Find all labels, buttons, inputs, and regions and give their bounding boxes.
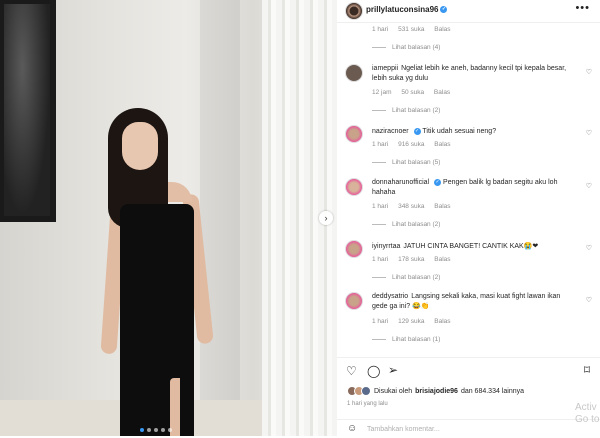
reply-button[interactable]: Balas [434,318,450,325]
post-header: prillylatuconsina96 ✓ ••• [337,0,600,23]
reply-button[interactable]: Balas [434,89,450,96]
heart-icon[interactable]: ♡ [346,364,357,378]
activation-watermark: Activ Go to [575,402,600,425]
view-replies-button[interactable]: Lihat balasan (2) [372,221,440,228]
avatar[interactable] [345,2,363,20]
comment-username[interactable]: iameppii [372,65,398,72]
post-photo[interactable]: › [0,0,337,436]
view-replies-button[interactable]: Lihat balasan (4) [372,44,440,51]
view-replies-button[interactable]: Lihat balasan (1) [372,336,440,343]
avatar[interactable] [345,125,363,143]
reply-button[interactable]: Balas [434,26,450,33]
reply-button[interactable]: Balas [434,203,450,210]
comment-list[interactable]: 1 hari 531 suka Balas Lihat balasan (4) … [337,22,600,357]
avatar[interactable] [345,178,363,196]
verified-icon: ✓ [434,178,442,186]
avatar[interactable] [345,64,363,82]
username[interactable]: prillylatuconsina96 [366,5,438,14]
next-photo-button[interactable]: › [319,211,333,225]
bookmark-icon[interactable]: ⌑ [584,363,590,377]
comment-input[interactable]: Tambahkan komentar... [367,426,440,433]
avatar[interactable] [345,292,363,310]
avatar[interactable] [345,240,363,258]
like-comment-icon[interactable]: ♡ [586,244,592,252]
reply-button[interactable]: Balas [434,256,450,263]
share-icon[interactable]: ➢ [388,363,398,377]
verified-icon: ✓ [413,127,421,135]
view-replies-button[interactable]: Lihat balasan (2) [372,107,440,114]
comment-username[interactable]: deddysatrio [372,293,408,300]
liker-username[interactable]: brisiajodie96 [415,388,458,395]
post-actions: ♡ ◯ ➢ ⌑ Disukai oleh brisiajodie96 dan 6… [337,357,600,437]
carousel-indicator [140,428,172,432]
comment-username[interactable]: donnaharunofficial [372,179,429,186]
view-replies-button[interactable]: Lihat balasan (5) [372,159,440,166]
wall-painting [0,0,56,222]
comment-username[interactable]: iyinyrrtaa [372,243,400,250]
like-comment-icon[interactable]: ♡ [586,296,592,304]
person-figure [100,108,220,436]
post-timestamp[interactable]: 1 hari yang lalu [347,401,388,407]
post-panel: prillylatuconsina96 ✓ ••• 1 hari 531 suka… [337,0,600,436]
like-comment-icon[interactable]: ♡ [586,129,592,137]
verified-icon: ✓ [440,6,448,14]
add-comment-bar: ☺ Tambahkan komentar... [337,419,600,438]
smile-icon[interactable]: ☺ [347,423,357,434]
view-replies-button[interactable]: Lihat balasan (2) [372,274,440,281]
reply-button[interactable]: Balas [434,141,450,148]
more-icon[interactable]: ••• [575,2,590,14]
comment-icon[interactable]: ◯ [367,364,380,378]
like-comment-icon[interactable]: ♡ [586,68,592,76]
avatar [361,386,371,396]
likes-summary: Disukai oleh brisiajodie96 dan 684.334 l… [347,386,524,396]
comment-username[interactable]: naziracnoer [372,128,409,135]
like-comment-icon[interactable]: ♡ [586,182,592,190]
